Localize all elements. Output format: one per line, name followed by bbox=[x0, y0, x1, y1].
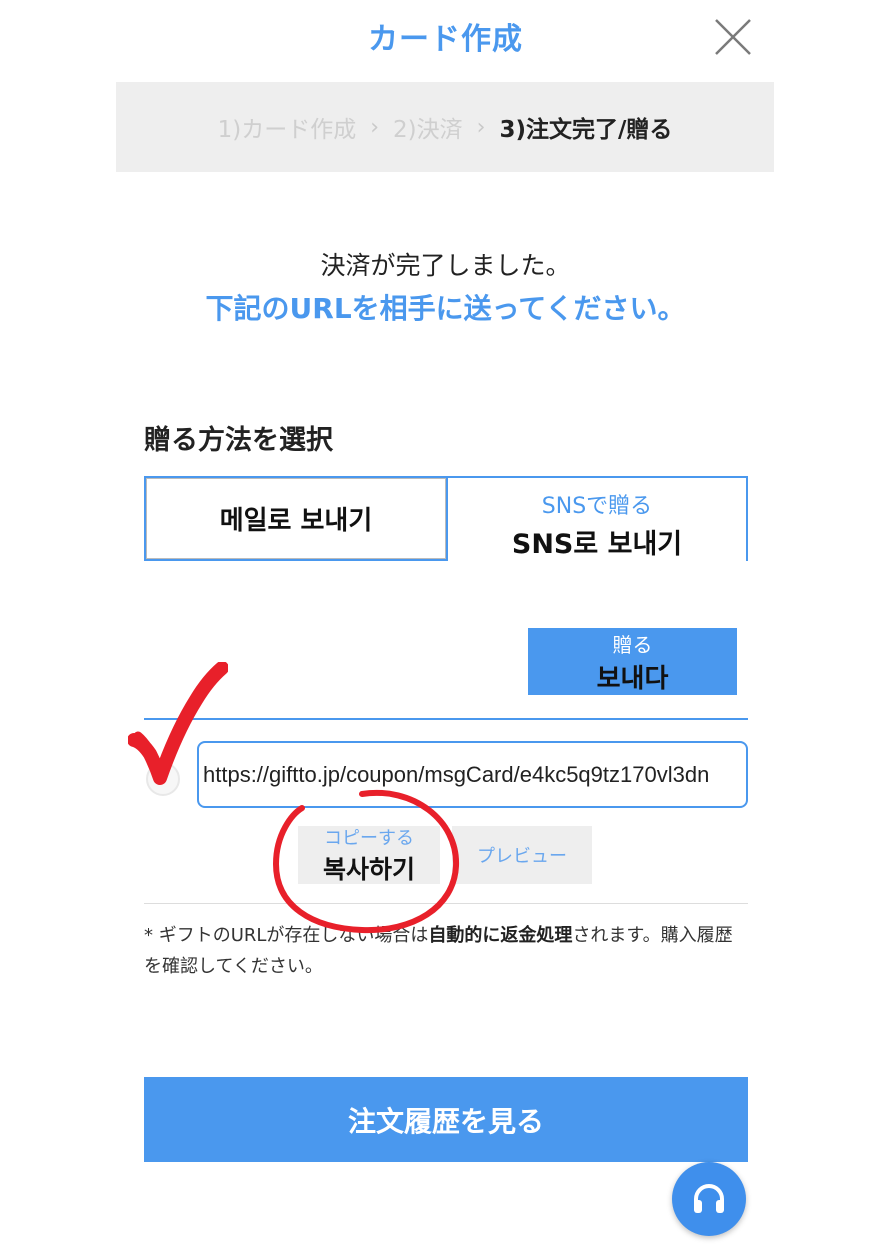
completion-message: 決済が完了しました。 bbox=[320, 251, 571, 280]
support-button[interactable] bbox=[672, 1162, 746, 1236]
send-method-title: 贈る方法を選択 bbox=[144, 425, 333, 456]
send-button-annotation: 보내다 bbox=[596, 663, 669, 694]
headset-icon bbox=[694, 1184, 724, 1213]
section-divider bbox=[144, 718, 748, 720]
page-title: カード作成 bbox=[368, 22, 523, 57]
send-button[interactable]: 贈る 보내다 bbox=[528, 628, 737, 695]
url-field[interactable] bbox=[197, 741, 748, 808]
tab-mail-label: 메일로 보내기 bbox=[219, 506, 373, 536]
step-breadcrumb: 1)カード作成 › 2)決済 › 3)注文完了/贈る bbox=[116, 82, 774, 172]
notice-prefix: * ギフトのURLが存在しない場合は bbox=[144, 925, 429, 946]
tab-sns-label: SNSで贈る bbox=[541, 494, 653, 519]
step-2: 2)決済 bbox=[393, 117, 463, 143]
refund-notice: * ギフトのURLが存在しない場合は自動的に返金処理されます。購入履歴を確認して… bbox=[144, 920, 744, 982]
step-1: 1)カード作成 bbox=[217, 117, 357, 143]
send-button-label: 贈る bbox=[612, 632, 653, 657]
chevron-right-icon: › bbox=[476, 114, 486, 140]
instruction-message: 下記のURLを相手に送ってください。 bbox=[205, 292, 686, 325]
tab-sns-annotation: SNS로 보내기 bbox=[511, 529, 683, 560]
tab-mail[interactable]: 메일로 보내기 bbox=[144, 476, 446, 561]
copy-button-label: コピーする bbox=[324, 828, 414, 849]
copy-button[interactable]: コピーする 복사하기 bbox=[298, 826, 440, 884]
divider bbox=[144, 903, 748, 904]
order-history-button[interactable]: 注文履歴を見る bbox=[144, 1077, 748, 1162]
step-3: 3)注文完了/贈る bbox=[499, 117, 673, 143]
url-radio[interactable] bbox=[146, 762, 180, 796]
copy-button-annotation: 복사하기 bbox=[322, 855, 415, 884]
close-icon[interactable] bbox=[712, 16, 754, 58]
notice-bold: 自動的に返金処理 bbox=[428, 925, 573, 946]
tab-sns[interactable]: SNSで贈る SNS로 보내기 bbox=[446, 476, 748, 561]
chevron-right-icon: › bbox=[370, 114, 380, 140]
preview-button[interactable]: プレビュー bbox=[452, 826, 592, 884]
